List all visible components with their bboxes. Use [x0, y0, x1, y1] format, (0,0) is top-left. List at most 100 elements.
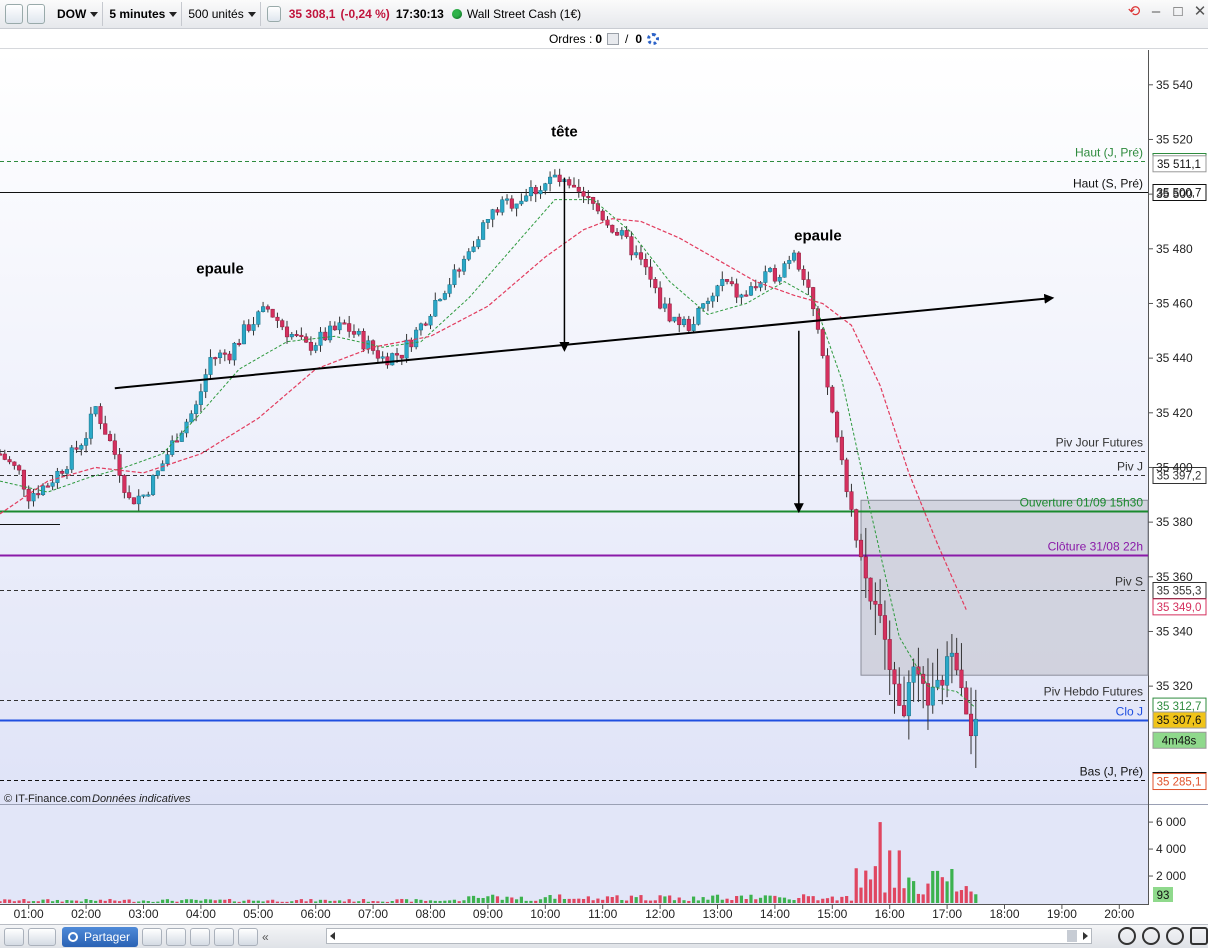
collapse-icon[interactable]: « — [262, 930, 269, 944]
y-tick-label: 35 420 — [1156, 406, 1193, 420]
candle-body — [777, 277, 782, 282]
candle-body — [825, 355, 830, 388]
volume-bar — [868, 879, 873, 903]
candle-body — [858, 539, 864, 558]
candle-body — [232, 342, 237, 361]
candle-body — [194, 404, 199, 414]
volume-bar — [510, 897, 514, 903]
volume-bar — [294, 900, 299, 903]
volume-bar — [534, 900, 538, 903]
volume-bar — [601, 899, 605, 903]
volume-bar — [290, 901, 294, 903]
candle — [782, 261, 787, 278]
zoom-out-icon[interactable] — [1142, 927, 1160, 945]
volume-bar — [888, 850, 892, 903]
candle-body — [782, 263, 787, 278]
watermark-source: © IT-Finance.com — [4, 793, 91, 805]
candle-body — [428, 315, 433, 326]
zoom-fit-icon[interactable] — [1118, 927, 1136, 945]
y-tick-label: 35 340 — [1156, 624, 1193, 638]
price-tag-text: 35 349,0 — [1157, 602, 1202, 614]
indicators-icon[interactable] — [28, 927, 56, 946]
time-scrollbar[interactable] — [326, 928, 1092, 944]
x-tick-label: 13:00 — [702, 907, 732, 921]
volume-bar — [223, 899, 227, 903]
candle-body — [165, 454, 170, 464]
volume-bar — [500, 899, 504, 903]
volume-bar — [443, 900, 447, 903]
candle-body — [964, 687, 969, 715]
volume-bar — [577, 898, 581, 903]
candle-body — [581, 191, 586, 197]
volume-bar — [916, 893, 920, 903]
volume-bar — [907, 877, 911, 903]
share-button[interactable]: Partager — [62, 926, 139, 947]
volume-bar — [591, 900, 595, 903]
candle-body — [878, 604, 883, 616]
volume-bar — [768, 895, 772, 903]
candle-body — [222, 352, 227, 355]
volume-bar — [184, 899, 189, 903]
tool-icon-1[interactable] — [142, 927, 163, 946]
volume-bar — [935, 870, 940, 903]
volume-bar — [314, 901, 318, 903]
candle-body — [691, 324, 696, 331]
volume-bar — [955, 891, 959, 903]
volume-bar — [715, 894, 720, 903]
candle-body — [725, 279, 730, 282]
candle-body — [801, 269, 806, 280]
volume-bar — [773, 895, 777, 903]
volume-bar — [161, 899, 165, 903]
volume-bar — [448, 900, 452, 903]
zoom-in-icon[interactable] — [1166, 927, 1184, 945]
tool-icon-4[interactable] — [214, 927, 235, 946]
candle-body — [17, 465, 22, 471]
candle-body — [643, 258, 648, 268]
candle-body — [347, 323, 352, 332]
candle-body — [227, 353, 232, 361]
candle-body — [270, 308, 275, 318]
candle-body — [481, 222, 486, 240]
scroll-left-icon[interactable] — [330, 932, 335, 940]
pencil-icon[interactable] — [4, 927, 24, 946]
volume-bar — [395, 899, 399, 903]
volume-bar — [840, 896, 844, 903]
volume-bar — [285, 901, 289, 903]
volume-bar — [400, 898, 404, 903]
tool-icon-5[interactable] — [238, 927, 259, 946]
candle-body — [586, 196, 591, 199]
candle-body — [490, 209, 495, 220]
level-label: Ouverture 01/09 15h30 — [1020, 496, 1144, 510]
volume-bar — [74, 900, 79, 903]
candle-body — [519, 200, 524, 205]
tool-icon-2[interactable] — [166, 927, 187, 946]
volume-bar — [385, 901, 390, 903]
volume-bar — [940, 877, 944, 903]
volume-bar — [122, 899, 126, 903]
candle-body — [256, 311, 261, 325]
candle-body — [882, 615, 887, 640]
volume-bar — [55, 899, 59, 903]
scroll-thumb[interactable] — [1067, 930, 1077, 942]
volume-bar — [677, 897, 681, 903]
candle-body — [433, 300, 438, 317]
candle-body — [796, 252, 801, 270]
volume-bar — [194, 899, 198, 903]
volume-bar — [323, 899, 327, 903]
volume-bar — [117, 901, 122, 903]
volume-bar — [902, 888, 906, 903]
candle-body — [806, 279, 811, 288]
scroll-right-icon[interactable] — [1083, 932, 1088, 940]
price-chart[interactable]: Haut (J, Pré)35 512,0Haut (S, Pré)35 500… — [0, 0, 1208, 948]
candle-body — [213, 357, 218, 360]
volume-bar — [0, 901, 2, 903]
volume-bar — [883, 892, 887, 903]
candle-body — [280, 320, 285, 328]
candle-body — [136, 495, 141, 505]
volume-bar — [476, 897, 480, 903]
options-icon[interactable] — [1190, 927, 1208, 945]
candle-body — [79, 445, 84, 450]
candle-body — [791, 252, 797, 261]
tool-icon-3[interactable] — [190, 927, 211, 946]
volume-bar — [333, 900, 337, 903]
